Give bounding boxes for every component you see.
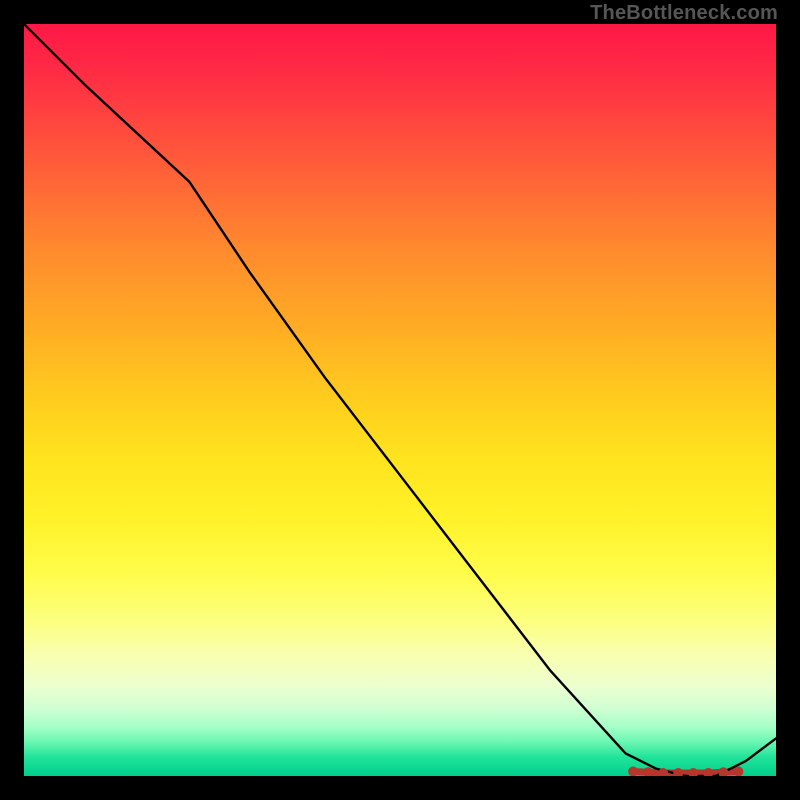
chart-marker <box>718 767 728 776</box>
watermark-text: TheBottleneck.com <box>590 2 778 25</box>
chart-markers <box>628 766 743 776</box>
chart-marker <box>703 768 713 776</box>
chart-container: TheBottleneck.com <box>0 0 800 800</box>
chart-marker <box>733 766 743 776</box>
marker-connector-line <box>633 771 738 773</box>
plot-area <box>24 24 776 776</box>
chart-marker <box>688 768 698 776</box>
chart-marker <box>658 768 668 776</box>
chart-marker <box>643 767 653 776</box>
chart-marker <box>628 766 638 776</box>
chart-line-series <box>24 24 776 776</box>
chart-marker <box>673 768 683 776</box>
chart-svg <box>24 24 776 776</box>
